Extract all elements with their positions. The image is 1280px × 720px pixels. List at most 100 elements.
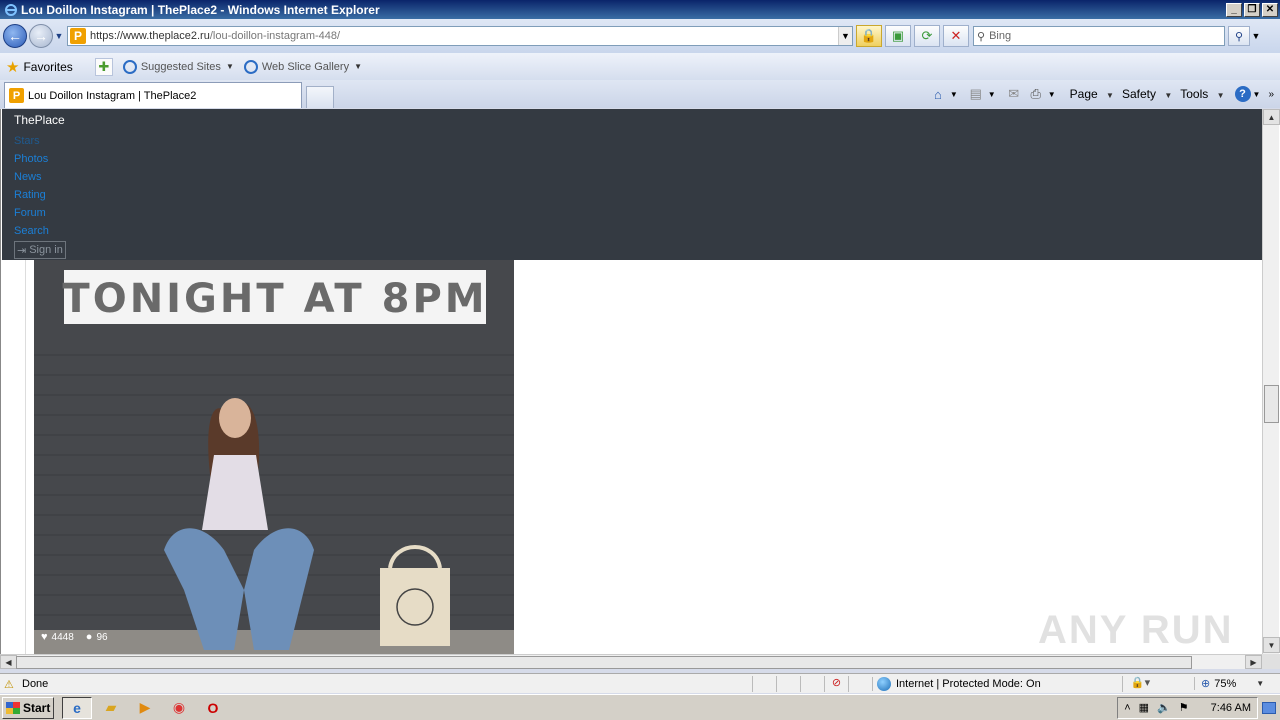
window-titlebar: Lou Doillon Instagram | ThePlace2 - Wind… xyxy=(0,0,1280,19)
opera-icon: O xyxy=(207,699,219,716)
tools-menu-label: Tools xyxy=(1180,87,1209,101)
favorites-button[interactable]: ★ Favorites xyxy=(6,58,73,76)
magnifier-icon: ⚲ xyxy=(1234,30,1244,43)
taskbar-opera-button[interactable]: O xyxy=(198,697,228,719)
suggested-sites-link[interactable]: Suggested Sites ▼ xyxy=(122,59,234,74)
feeds-dropdown[interactable]: ▼ xyxy=(988,90,996,99)
search-options-dropdown[interactable]: ▼ xyxy=(1250,31,1262,41)
safety-menu-label: Safety xyxy=(1121,87,1156,101)
url-text[interactable]: https://www.theplace2.ru/lou-doillon-ins… xyxy=(90,30,838,42)
menu-item-photos[interactable]: Photos xyxy=(14,150,49,168)
address-dropdown[interactable]: ▼ xyxy=(838,27,852,45)
taskbar-media-player-button[interactable]: ▶ xyxy=(130,697,160,719)
status-cell xyxy=(752,675,776,692)
restore-button[interactable]: ❐ xyxy=(1244,2,1260,17)
protected-mode-icon[interactable]: 🔒▾ xyxy=(1122,675,1158,692)
start-button[interactable]: Start xyxy=(2,696,54,719)
stop-button[interactable]: ✕ xyxy=(943,25,969,47)
address-bar[interactable]: P https://www.theplace2.ru/lou-doillon-i… xyxy=(67,26,853,46)
safety-menu[interactable]: Safety ▼ xyxy=(1122,87,1172,101)
taskbar: Start e ▰ ▶ ◉ O ˄ ▦ 🔈 ⚑ 7:46 AM xyxy=(0,694,1280,720)
menu-item-forum[interactable]: Forum xyxy=(14,204,49,222)
menu-item-search[interactable]: Search xyxy=(14,222,49,240)
site-brand[interactable]: ThePlace xyxy=(14,113,65,127)
sign-in-label: Sign in xyxy=(29,244,63,256)
home-dropdown[interactable]: ▼ xyxy=(950,90,958,99)
web-slice-gallery-link[interactable]: Web Slice Gallery ▼ xyxy=(243,59,362,74)
scroll-up-button[interactable]: ▲ xyxy=(1263,109,1280,125)
home-icon[interactable]: ⌂ xyxy=(928,85,948,103)
action-center-flag-icon[interactable]: ⚑ xyxy=(1179,701,1189,714)
volume-icon[interactable]: 🔈 xyxy=(1157,701,1171,714)
minimize-button[interactable]: _ xyxy=(1226,2,1242,17)
compatibility-icon: ▣ xyxy=(891,28,905,43)
vertical-scrollbar[interactable]: ▲ ▼ xyxy=(1262,109,1280,654)
network-icon[interactable]: ▦ xyxy=(1139,701,1149,714)
menu-item-stars[interactable]: Stars xyxy=(14,132,49,150)
help-dropdown[interactable]: ▼ xyxy=(1253,90,1261,99)
feeds-icon[interactable]: ▤ xyxy=(966,85,986,103)
status-text: Done xyxy=(22,677,49,690)
menu-item-rating[interactable]: Rating xyxy=(14,186,49,204)
windows-logo-icon xyxy=(6,701,20,714)
vertical-scroll-thumb[interactable] xyxy=(1264,385,1279,423)
recent-pages-dropdown[interactable]: ▼ xyxy=(53,31,65,41)
search-go-button[interactable]: ⚲ xyxy=(1228,26,1250,46)
scroll-corner xyxy=(1262,654,1280,669)
chevron-down-icon: ▼ xyxy=(225,62,234,71)
privacy-icon[interactable]: ⊘ xyxy=(824,675,848,692)
security-lock-button[interactable]: 🔒 xyxy=(856,25,882,47)
web-slice-gallery-label: Web Slice Gallery xyxy=(261,60,350,73)
taskbar-chrome-button[interactable]: ◉ xyxy=(164,697,194,719)
tools-menu[interactable]: Tools ▼ xyxy=(1180,87,1224,101)
show-desktop-icon[interactable] xyxy=(1262,701,1276,714)
forward-button[interactable]: → xyxy=(29,24,53,48)
mail-icon[interactable]: ✉ xyxy=(1004,85,1024,103)
page-menu-label: Page xyxy=(1069,87,1098,101)
status-cell xyxy=(776,675,800,692)
stop-icon: ✕ xyxy=(950,28,962,43)
window-title: Lou Doillon Instagram | ThePlace2 - Wind… xyxy=(21,2,380,17)
folder-icon: ▰ xyxy=(105,699,117,715)
site-favicon-icon: P xyxy=(70,28,86,44)
taskbar-explorer-button[interactable]: ▰ xyxy=(96,697,126,719)
search-input[interactable]: ⚲ Bing xyxy=(973,26,1225,46)
refresh-button[interactable]: ⟳ xyxy=(914,25,940,47)
start-label: Start xyxy=(23,700,51,715)
overflow-chevron-icon[interactable]: » xyxy=(1268,89,1274,100)
menu-item-news[interactable]: News xyxy=(14,168,49,186)
scroll-left-button[interactable]: ◀ xyxy=(0,655,17,669)
help-icon[interactable]: ? xyxy=(1234,86,1251,102)
url-host: https://www.theplace2.ru xyxy=(90,30,210,42)
system-tray: ˄ ▦ 🔈 ⚑ 7:46 AM xyxy=(1117,696,1258,719)
chevron-down-icon: ▼ xyxy=(1256,679,1265,688)
new-tab-button[interactable] xyxy=(306,86,334,108)
clock[interactable]: 7:46 AM xyxy=(1211,702,1251,714)
horizontal-scrollbar[interactable]: ◀ ▶ xyxy=(0,654,1262,669)
status-cell xyxy=(848,675,872,692)
compatibility-view-button[interactable]: ▣ xyxy=(885,25,911,47)
back-button[interactable]: ← xyxy=(3,24,27,48)
site-menu: Stars Photos News Rating Forum Search xyxy=(14,132,49,240)
tray-expand-icon[interactable]: ˄ xyxy=(1124,702,1130,714)
tab-active[interactable]: P Lou Doillon Instagram | ThePlace2 xyxy=(4,82,302,108)
chrome-icon: ◉ xyxy=(172,699,186,715)
horizontal-scroll-thumb[interactable] xyxy=(16,656,1192,669)
print-dropdown[interactable]: ▼ xyxy=(1048,90,1056,99)
zoom-control[interactable]: ⊕ 75% ▼ xyxy=(1194,677,1280,690)
lock-icon: 🔒 xyxy=(860,28,878,43)
scroll-right-button[interactable]: ▶ xyxy=(1245,655,1262,669)
ie-logo-icon xyxy=(4,3,18,17)
add-to-favorites-bar-button[interactable]: ✚ xyxy=(94,57,113,76)
close-window-button[interactable]: ✕ xyxy=(1262,2,1278,17)
instagram-photo[interactable]: TONIGHT AT 8PM xyxy=(34,260,514,654)
sign-in-button[interactable]: ⇥ Sign in xyxy=(14,241,66,259)
chevron-down-icon: ▼ xyxy=(354,62,362,71)
status-bar: ⚠ Done ⊘ Internet | Protected Mode: On 🔒… xyxy=(0,673,1280,693)
taskbar-ie-button[interactable]: e xyxy=(62,696,92,719)
print-icon[interactable]: ⎙ xyxy=(1026,85,1046,103)
scroll-down-button[interactable]: ▼ xyxy=(1263,637,1280,653)
security-zone[interactable]: Internet | Protected Mode: On xyxy=(872,676,1122,691)
zoom-icon: ⊕ xyxy=(1201,678,1211,690)
page-menu[interactable]: Page ▼ xyxy=(1070,87,1114,101)
